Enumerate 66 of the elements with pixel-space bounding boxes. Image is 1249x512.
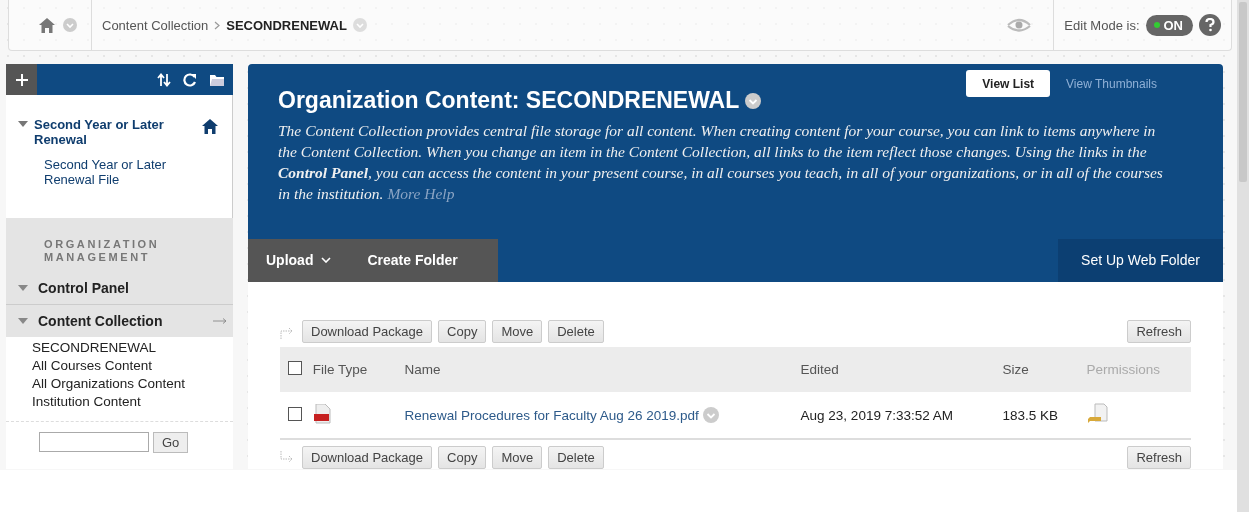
- action-button[interactable]: Move: [492, 320, 543, 343]
- column-header: Permissions: [1085, 347, 1191, 392]
- arrow-icon: [213, 318, 227, 324]
- refresh-icon: [183, 72, 197, 87]
- add-menu-item-button[interactable]: [6, 64, 37, 95]
- menu-header[interactable]: Control Panel: [6, 272, 233, 305]
- action-button[interactable]: Copy: [438, 446, 487, 469]
- edit-mode-toggle[interactable]: ON: [1145, 14, 1193, 36]
- view-tab[interactable]: View List: [966, 70, 1051, 97]
- edited-date: Aug 23, 2019 7:33:52 AM: [800, 407, 953, 423]
- file-link[interactable]: Renewal Procedures for Faculty Aug 26 2019.pdf: [404, 407, 699, 423]
- action-button[interactable]: Copy: [438, 320, 487, 343]
- caret-icon: [321, 257, 332, 264]
- scrollbar[interactable]: [1237, 0, 1249, 512]
- menu-link[interactable]: All Courses Content: [32, 358, 233, 373]
- plus-icon: [15, 73, 28, 86]
- dropdown-icon: [63, 18, 77, 32]
- menu-link[interactable]: Institution Content: [32, 394, 233, 409]
- row-checkbox[interactable]: [288, 406, 302, 421]
- action-button[interactable]: Delete: [548, 320, 604, 343]
- refresh-button[interactable]: Refresh: [1127, 320, 1191, 343]
- course-menu-link[interactable]: Second Year or Later Renewal: [34, 117, 184, 147]
- column-header[interactable]: File Type: [311, 347, 404, 392]
- breadcrumb-link[interactable]: SECONDRENEWAL: [226, 17, 347, 33]
- reorder-icon: [157, 72, 171, 87]
- menu-header-label: Control Panel: [38, 280, 130, 296]
- permissions-icon: [1086, 402, 1109, 425]
- column-header[interactable]: Edited: [799, 347, 1002, 392]
- go-button[interactable]: Go: [153, 432, 189, 453]
- action-button[interactable]: Download Package: [302, 320, 433, 343]
- pdf-file-icon: [312, 403, 331, 424]
- home-icon: [39, 17, 55, 33]
- menu-link[interactable]: All Organizations Content: [32, 376, 233, 391]
- dropdown-icon: [352, 18, 367, 32]
- action-button[interactable]: Download Package: [302, 446, 433, 469]
- menu-header-label: Content Collection: [38, 313, 164, 329]
- web-folder-button[interactable]: Set Up Web Folder: [1058, 239, 1223, 282]
- dropdown-icon: [702, 407, 719, 423]
- scroll-thumb[interactable]: [1239, 2, 1247, 182]
- upload-menu-button[interactable]: Upload: [248, 239, 350, 282]
- action-button[interactable]: Move: [492, 446, 543, 469]
- dropdown-icon: [745, 92, 762, 109]
- folder-icon: [209, 72, 225, 87]
- home-icon: [202, 119, 218, 134]
- edit-mode-label: Edit Mode is:: [1064, 17, 1140, 33]
- course-menu-link[interactable]: Second Year or Later Renewal File: [44, 157, 194, 187]
- file-size: 183.5 KB: [1002, 407, 1059, 423]
- column-header[interactable]: Name: [403, 347, 800, 392]
- eye-icon: [1007, 17, 1032, 33]
- page-title: Organization Content: SECONDRENEWAL: [278, 87, 740, 114]
- chevron-icon: [214, 20, 221, 30]
- action-button[interactable]: Delete: [548, 446, 604, 469]
- description-text: The Content Collection provides central file storage for all content. When creating content for your course, you can link to items anywhere in the Content Collection. When you change an item in the Content Collection, all links to the item reflect those changes. Using the links in the Control Panel, you can access the content in your present course, in all courses you teach, in all of your organizations, or in all of the courses in the institution. More Help: [278, 121, 1164, 204]
- refresh-button[interactable]: Refresh: [1127, 446, 1191, 469]
- column-header[interactable]: Size: [1001, 347, 1086, 392]
- menu-link[interactable]: SECONDRENEWAL: [32, 340, 233, 355]
- search-field[interactable]: [39, 432, 149, 452]
- help-icon[interactable]: [1199, 14, 1221, 36]
- breadcrumb-link[interactable]: Content Collection: [102, 17, 209, 33]
- section-heading: ORGANIZATION MANAGEMENT: [43, 238, 161, 264]
- hook-arrow-icon: [280, 450, 294, 465]
- toolbar-button[interactable]: Create Folder: [349, 239, 476, 282]
- select-all-checkbox[interactable]: [288, 361, 302, 375]
- view-tab[interactable]: View Thumbnails: [1050, 70, 1173, 97]
- menu-header[interactable]: Content Collection: [6, 305, 233, 337]
- more-help-link[interactable]: More Help: [387, 185, 455, 202]
